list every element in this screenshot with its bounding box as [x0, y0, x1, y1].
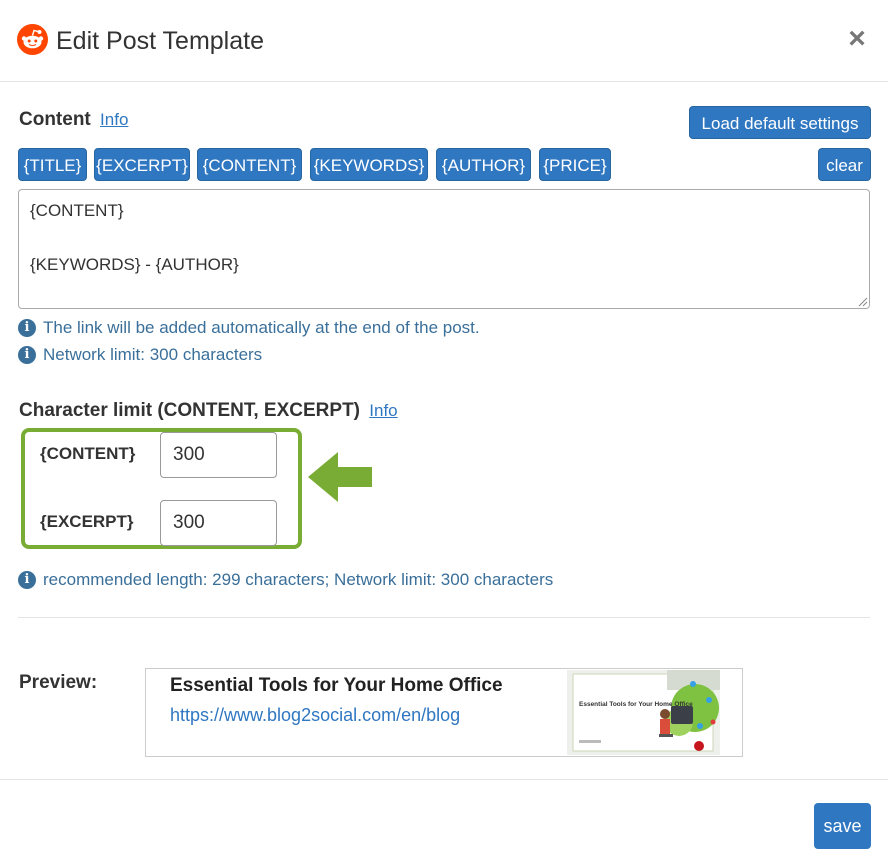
excerpt-limit-label: {EXCERPT} — [40, 512, 134, 531]
auto-link-info: i The link will be added automatically a… — [18, 318, 480, 338]
textarea-line: {CONTENT} — [30, 201, 124, 220]
char-limit-highlight-box: {CONTENT} 300 {EXCERPT} 300 — [21, 428, 302, 549]
footer-divider — [0, 779, 888, 780]
reddit-logo-icon — [17, 24, 48, 55]
placeholder-keywords-button[interactable]: {KEYWORDS} — [310, 148, 428, 181]
close-icon[interactable]: × — [840, 22, 874, 56]
preview-card: Essential Tools for Your Home Office htt… — [145, 668, 743, 757]
recommended-length-info: i recommended length: 299 characters; Ne… — [18, 570, 553, 590]
placeholder-author-button[interactable]: {AUTHOR} — [436, 148, 531, 181]
excerpt-limit-input[interactable]: 300 — [160, 500, 277, 546]
preview-title: Essential Tools for Your Home Office — [170, 675, 503, 696]
section-divider — [18, 617, 870, 618]
network-limit-info: i Network limit: 300 characters — [18, 345, 262, 365]
placeholder-excerpt-button[interactable]: {EXCERPT} — [94, 148, 190, 181]
char-limit-info-link[interactable]: Info — [369, 401, 397, 420]
content-limit-input[interactable]: 300 — [160, 432, 277, 478]
info-icon: i — [18, 319, 36, 337]
network-limit-text: Network limit: 300 characters — [43, 345, 263, 364]
placeholder-price-button[interactable]: {PRICE} — [539, 148, 611, 181]
info-icon: i — [18, 346, 36, 364]
modal-title: Edit Post Template — [56, 27, 264, 55]
textarea-line: {KEYWORDS} - {AUTHOR} — [30, 255, 239, 274]
preview-url[interactable]: https://www.blog2social.com/en/blog — [170, 705, 460, 726]
clear-button[interactable]: clear — [818, 148, 871, 181]
save-button[interactable]: save — [814, 803, 871, 849]
content-section-label: Content Info — [19, 109, 128, 131]
load-default-settings-button[interactable]: Load default settings — [689, 106, 871, 139]
modal-header: Edit Post Template × — [0, 0, 888, 82]
preview-thumbnail: Essential Tools for Your Home Office — [567, 670, 720, 755]
auto-link-text: The link will be added automatically at … — [43, 318, 480, 337]
preview-label: Preview: — [19, 672, 98, 693]
info-icon: i — [18, 571, 36, 589]
char-limit-section-label: Character limit (CONTENT, EXCERPT) Info — [19, 400, 398, 422]
green-arrow-icon — [308, 452, 372, 502]
content-label: Content — [19, 109, 91, 130]
recommended-length-text: recommended length: 299 characters; Netw… — [43, 570, 554, 589]
preview-thumbnail-image: Essential Tools for Your Home Office — [567, 670, 720, 755]
resize-grip-icon[interactable] — [856, 295, 868, 307]
placeholder-content-button[interactable]: {CONTENT} — [197, 148, 302, 181]
thumbnail-text: Essential Tools for Your Home Office — [579, 701, 693, 708]
content-info-link[interactable]: Info — [100, 110, 128, 129]
content-textarea[interactable]: {CONTENT} {KEYWORDS} - {AUTHOR} — [18, 189, 870, 309]
char-limit-label: Character limit (CONTENT, EXCERPT) — [19, 400, 360, 421]
content-limit-label: {CONTENT} — [40, 444, 136, 463]
placeholder-title-button[interactable]: {TITLE} — [18, 148, 87, 181]
